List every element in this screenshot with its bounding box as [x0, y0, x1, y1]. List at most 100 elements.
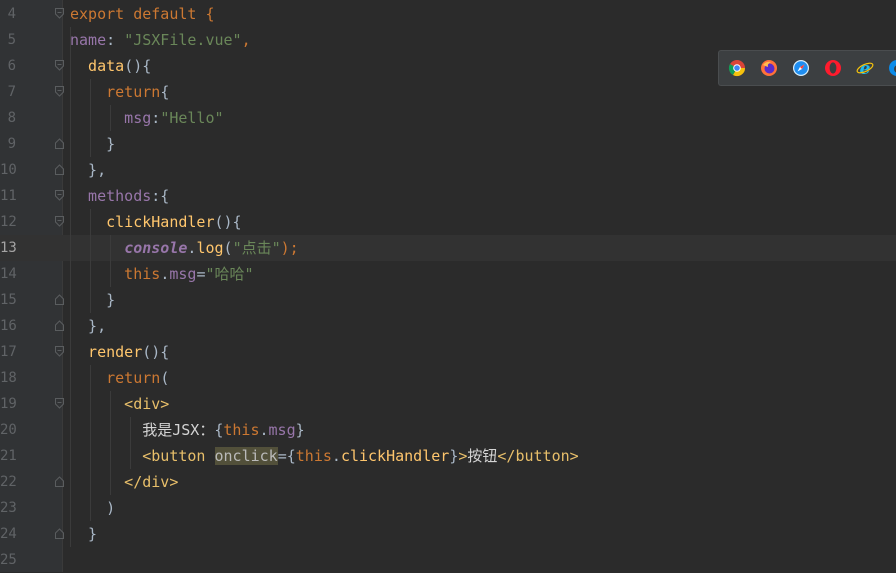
code-line[interactable]: 13 console.log("点击"); [0, 235, 896, 261]
code-token: "点击" [232, 239, 281, 257]
code-token: msg [169, 265, 197, 283]
browser-preview-toolbar: e [718, 50, 896, 86]
code-line[interactable]: 20 我是JSX：{this.msg} [0, 417, 896, 443]
code-token: : [106, 31, 125, 49]
line-number: 7 [7, 84, 16, 100]
fold-collapse-icon[interactable] [55, 190, 64, 201]
code-token: 我是JSX： [70, 421, 215, 439]
fold-end-icon[interactable] [55, 164, 64, 175]
indent-guide [90, 79, 91, 157]
code-text: <div> [70, 391, 169, 417]
code-line[interactable]: 23 ) [0, 495, 896, 521]
code-token: export default { [70, 5, 215, 23]
code-token: }, [70, 161, 107, 179]
indent-guide [90, 365, 91, 521]
code-token: this [70, 265, 161, 283]
code-text: } [70, 521, 97, 547]
code-line[interactable]: 18 return( [0, 365, 896, 391]
fold-collapse-icon[interactable] [55, 86, 64, 97]
fold-collapse-icon[interactable] [55, 216, 64, 227]
code-line[interactable]: 25 [0, 547, 896, 573]
code-line[interactable]: 14 this.msg="哈哈" [0, 261, 896, 287]
safari-icon[interactable] [792, 59, 810, 77]
code-text: clickHandler(){ [70, 209, 242, 235]
fold-collapse-icon[interactable] [55, 8, 64, 19]
chrome-icon[interactable] [728, 59, 746, 77]
code-line[interactable]: 4 export default { [0, 1, 896, 27]
code-token: </div> [70, 473, 179, 491]
code-token: "哈哈" [205, 265, 254, 283]
code-token: (){ [214, 213, 242, 231]
code-text: export default { [70, 1, 215, 27]
code-token: } [70, 291, 116, 309]
code-line[interactable]: 19 <div> [0, 391, 896, 417]
indent-guide [130, 417, 131, 469]
code-token: render [70, 343, 143, 361]
fold-end-icon[interactable] [55, 528, 64, 539]
code-line[interactable]: 8 msg:"Hello" [0, 105, 896, 131]
line-number: 4 [7, 6, 16, 22]
line-number: 9 [7, 136, 16, 152]
firefox-icon[interactable] [760, 59, 778, 77]
code-token: ); [280, 239, 299, 257]
code-line[interactable]: 11 methods:{ [0, 183, 896, 209]
code-token: data [70, 57, 125, 75]
code-line[interactable]: 16 }, [0, 313, 896, 339]
code-line[interactable]: 9 } [0, 131, 896, 157]
fold-end-icon[interactable] [55, 476, 64, 487]
line-number: 11 [0, 188, 17, 204]
code-token: msg [268, 421, 296, 439]
internet-explorer-icon[interactable]: e [856, 59, 874, 77]
code-line[interactable]: 15 } [0, 287, 896, 313]
fold-end-icon[interactable] [55, 138, 64, 149]
line-number: 17 [0, 344, 17, 360]
line-number: 16 [0, 318, 17, 334]
fold-collapse-icon[interactable] [55, 346, 64, 357]
code-text: }, [70, 157, 106, 183]
code-line[interactable]: 22 </div> [0, 469, 896, 495]
line-number: 10 [0, 162, 17, 178]
code-token: this [223, 421, 260, 439]
line-number: 23 [0, 500, 17, 516]
code-text: data(){ [70, 53, 151, 79]
code-text: ) [70, 495, 115, 521]
code-line[interactable]: 21 <button onclick={this.clickHandler}>按… [0, 443, 896, 469]
code-token: </button> [497, 447, 579, 465]
fold-collapse-icon[interactable] [55, 60, 64, 71]
fold-collapse-icon[interactable] [55, 398, 64, 409]
code-token: clickHandler [70, 213, 215, 231]
line-number: 5 [7, 32, 16, 48]
fold-end-icon[interactable] [55, 294, 64, 305]
fold-end-icon[interactable] [55, 320, 64, 331]
code-line[interactable]: 17 render(){ [0, 339, 896, 365]
code-text: }, [70, 313, 106, 339]
code-token: : [151, 109, 161, 127]
code-token: . [259, 421, 269, 439]
code-token: <button [70, 447, 215, 465]
code-text: this.msg="哈哈" [70, 261, 254, 287]
code-text: console.log("点击"); [70, 235, 299, 261]
code-token: return [70, 83, 161, 101]
code-token: . [331, 447, 341, 465]
code-line[interactable]: 24 } [0, 521, 896, 547]
indent-guide [110, 105, 111, 131]
code-text: return( [70, 365, 169, 391]
code-token: log [196, 239, 224, 257]
opera-icon[interactable] [824, 59, 842, 77]
code-token: "JSXFile.vue" [124, 31, 242, 49]
code-token: (){ [142, 343, 170, 361]
code-token: } [70, 525, 98, 543]
indent-guide [90, 209, 91, 313]
code-token: (){ [124, 57, 152, 75]
code-editor[interactable]: 4 export default {5 name: "JSXFile.vue", 6 … [0, 0, 896, 572]
code-token: clickHandler [340, 447, 450, 465]
code-line[interactable]: 12 clickHandler(){ [0, 209, 896, 235]
line-number: 24 [0, 526, 17, 542]
code-token: name [70, 31, 107, 49]
code-line[interactable]: 10 }, [0, 157, 896, 183]
code-text: </div> [70, 469, 178, 495]
code-token: methods [70, 187, 152, 205]
code-token: ) [70, 499, 116, 517]
edge-icon[interactable] [888, 59, 896, 77]
code-text: methods:{ [70, 183, 169, 209]
